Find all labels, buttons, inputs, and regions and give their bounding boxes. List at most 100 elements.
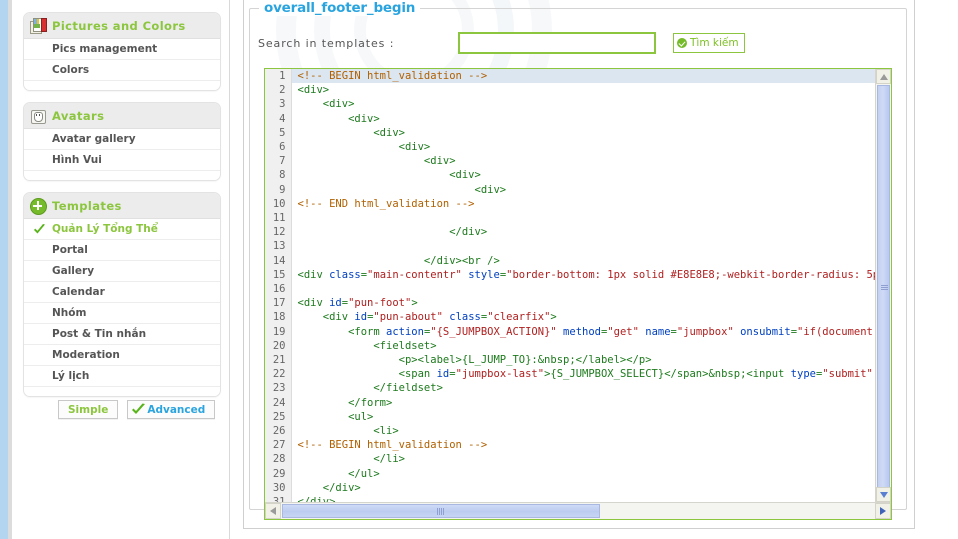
code-token-tag: >: [411, 297, 418, 310]
code-token-att: id: [436, 368, 450, 381]
search-input[interactable]: [458, 32, 656, 54]
page-root: Pictures and Colors Pics management Colors…: [0, 0, 958, 539]
scroll-up-arrow-icon[interactable]: [876, 69, 891, 84]
code-token-val: "border-bottom: 1px solid #E8E8E8;-webki…: [506, 268, 875, 281]
code-line-row: 5 <div>: [265, 125, 875, 141]
code-token-tag: </div>: [297, 226, 488, 239]
line-number: 21: [265, 353, 292, 368]
code-token-tag: <div>: [297, 126, 405, 139]
code-line-text[interactable]: <!-- BEGIN html_validation -->: [291, 438, 875, 452]
sidebar-item-label: Calendar: [52, 286, 105, 298]
horizontal-scrollbar[interactable]: [265, 502, 891, 519]
sidebar-item-2[interactable]: Portal: [24, 240, 220, 261]
line-number: 7: [265, 154, 292, 169]
sidebar-item-label: Moderation: [52, 349, 120, 361]
simple-mode-button[interactable]: Simple: [58, 400, 119, 419]
code-line-text[interactable]: <div>: [291, 154, 875, 168]
code-line-row: 1 <!-- BEGIN html_validation -->: [265, 69, 875, 84]
code-viewport[interactable]: 1 <!-- BEGIN html_validation --> 2 <div> 3 <…: [265, 69, 875, 502]
sidebar-item-1[interactable]: Pics management: [24, 39, 220, 60]
code-line-text[interactable]: <li>: [291, 424, 875, 438]
panel-header: Avatars: [24, 103, 220, 129]
code-line-text[interactable]: <span id="jumpbox-last">{S_JUMPBOX_SELEC…: [291, 367, 875, 381]
code-line-row: 22 <span id="jumpbox-last">{S_JUMPBOX_SE…: [265, 367, 875, 382]
code-token-txt: {L_JUMP_TO}:&nbsp;: [461, 354, 576, 367]
sidebar-item-4[interactable]: Calendar: [24, 282, 220, 303]
code-line-text[interactable]: </form>: [291, 396, 875, 410]
code-line-text[interactable]: <div>: [291, 126, 875, 140]
vertical-scrollbar[interactable]: [875, 69, 891, 502]
line-number: 12: [265, 225, 292, 240]
advanced-mode-button[interactable]: Advanced: [127, 400, 216, 419]
code-line-row: 8 <div>: [265, 168, 875, 183]
code-token-tag: <span: [297, 368, 437, 381]
sidebar-item-1[interactable]: Avatar gallery: [24, 129, 220, 150]
code-line-text[interactable]: [291, 282, 875, 296]
code-line-row: 30 </div>: [265, 480, 875, 496]
code-line-text[interactable]: <div id="pun-about" class="clearfix">: [291, 310, 875, 324]
sidebar-item-2[interactable]: Colors: [24, 60, 220, 81]
code-token-tag: </div>: [297, 481, 361, 494]
code-line-text[interactable]: <fieldset>: [291, 339, 875, 353]
scroll-left-arrow-icon[interactable]: [265, 503, 281, 519]
code-line-text[interactable]: <div id="pun-foot">: [291, 296, 875, 310]
code-line-text[interactable]: <form action="{S_JUMPBOX_ACTION}" method…: [291, 325, 875, 339]
code-line-text[interactable]: <p><label>{L_JUMP_TO}:&nbsp;</label></p>: [291, 353, 875, 367]
code-line-text[interactable]: </div><br />: [291, 254, 875, 268]
line-number: 3: [265, 97, 292, 112]
search-button[interactable]: Tìm kiếm: [673, 33, 745, 53]
template-code-editor[interactable]: 1 <!-- BEGIN html_validation --> 2 <div> 3 <…: [264, 68, 892, 520]
code-line-text[interactable]: <div>: [291, 140, 875, 154]
code-line-text[interactable]: <ul>: [291, 410, 875, 424]
sidebar-item-5[interactable]: Nhóm: [24, 303, 220, 324]
code-line-row: 4 <div>: [265, 111, 875, 126]
vertical-thumb-grip: [881, 284, 888, 291]
main-content-panel: overall_footer_begin Search in templates…: [243, 0, 915, 529]
code-line-text[interactable]: <div>: [291, 83, 875, 97]
panel-header: Templates: [24, 193, 220, 219]
code-line-text[interactable]: </div>: [291, 225, 875, 239]
code-line-text[interactable]: </li>: [291, 452, 875, 466]
code-line-text[interactable]: <div>: [291, 112, 875, 126]
sidebar-item-2[interactable]: Hình Vui: [24, 150, 220, 171]
code-token-com: <!-- BEGIN html_validation -->: [297, 439, 488, 452]
sidebar-item-1[interactable]: Quản Lý Tổng Thể: [24, 219, 220, 240]
code-line-text[interactable]: <div>: [291, 168, 875, 182]
code-line-text[interactable]: [291, 211, 875, 225]
sidebar-item-6[interactable]: Post & Tin nhắn: [24, 324, 220, 345]
sidebar-item-7[interactable]: Moderation: [24, 345, 220, 366]
code-token-tag: </div><br />: [297, 254, 500, 267]
code-line-row: 7 <div>: [265, 154, 875, 169]
sidebar-item-8[interactable]: Lý lịch: [24, 366, 220, 387]
sidebar-item-label: Lý lịch: [52, 370, 90, 382]
code-line-text[interactable]: <!-- END html_validation -->: [291, 197, 875, 211]
line-number: 2: [265, 83, 292, 98]
pictures-icon: [30, 17, 47, 34]
code-line-row: 27 <!-- BEGIN html_validation -->: [265, 438, 875, 453]
search-row: Search in templates : Tìm kiếm: [258, 31, 898, 55]
code-line-text[interactable]: <div>: [291, 97, 875, 111]
code-line-text[interactable]: [291, 239, 875, 253]
code-line-text[interactable]: <div class="main-contentr" style="border…: [291, 268, 876, 282]
code-line-text[interactable]: </div>: [291, 495, 875, 502]
code-token-tag: <div>: [297, 169, 481, 182]
code-token-val: "submit": [822, 368, 873, 381]
code-line-row: 9 <div>: [265, 182, 875, 197]
code-token-tag: </label></p>: [575, 354, 652, 367]
code-line-text[interactable]: </div>: [291, 481, 875, 495]
code-line-text[interactable]: <div>: [291, 183, 875, 197]
code-token-val: "if(document.jumpbox.f.value == -1){retu…: [797, 325, 875, 338]
vertical-scroll-thumb[interactable]: [877, 85, 890, 490]
horizontal-scroll-thumb[interactable]: [282, 504, 600, 518]
scroll-down-arrow-icon[interactable]: [876, 487, 891, 502]
sidebar-panel-2: Avatars Avatar gallery Hình Vui: [23, 102, 221, 181]
sidebar-item-label: Gallery: [52, 265, 95, 277]
code-line-text[interactable]: <!-- BEGIN html_validation -->: [291, 69, 875, 84]
sidebar-item-3[interactable]: Gallery: [24, 261, 220, 282]
code-line-text[interactable]: </fieldset>: [291, 381, 875, 395]
line-number: 24: [265, 395, 292, 410]
code-line-text[interactable]: </ul>: [291, 467, 875, 481]
scroll-right-arrow-icon[interactable]: [875, 503, 891, 519]
sidebar-item-label: Nhóm: [52, 307, 87, 319]
line-number: 27: [265, 438, 292, 453]
